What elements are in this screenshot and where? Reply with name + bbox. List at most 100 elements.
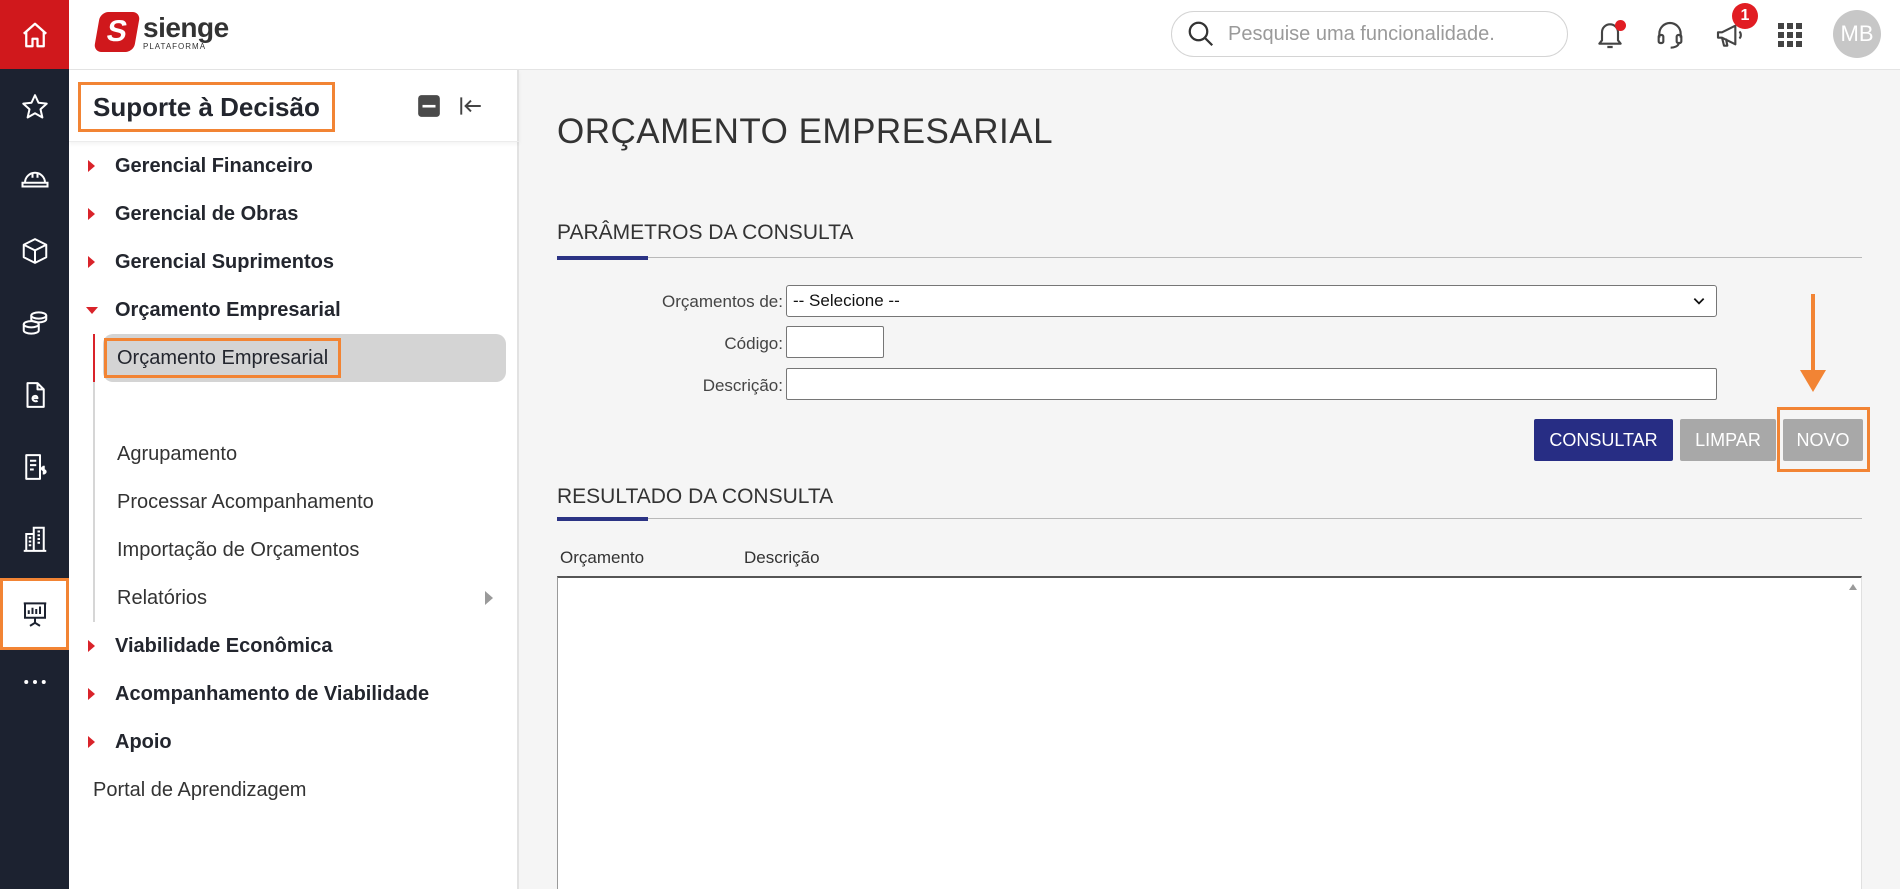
caret-right-icon: [88, 208, 95, 220]
pointer-arrow-head: [1800, 370, 1826, 392]
support-button[interactable]: [1650, 15, 1690, 55]
box-icon: [22, 238, 47, 264]
sidebar-item-portal-aprendizagem[interactable]: Portal de Aprendizagem: [69, 768, 519, 812]
announcement-count-badge: 1: [1732, 3, 1758, 29]
results-grid[interactable]: [557, 576, 1862, 889]
result-section-divider: [557, 518, 1862, 519]
headset-icon: [1657, 22, 1683, 49]
search-input[interactable]: [1228, 22, 1548, 46]
submenu-item-label: Processar Acompanhamento: [117, 490, 374, 513]
caret-down-icon: [86, 307, 98, 314]
params-section-title: PARÂMETROS DA CONSULTA: [557, 221, 854, 244]
sidebar-item-label: Apoio: [115, 730, 172, 753]
user-avatar[interactable]: MB: [1833, 10, 1881, 58]
descricao-label: Descrição:: [702, 376, 783, 395]
apps-grid-icon: [1778, 23, 1802, 47]
caret-right-icon: [88, 256, 95, 268]
rail-suporte-decisao-button[interactable]: [0, 578, 69, 650]
sidebar-item-acompanhamento-viabilidade[interactable]: Acompanhamento de Viabilidade: [69, 672, 519, 716]
scroll-up-arrow-icon[interactable]: [1849, 584, 1857, 590]
rail-more-button[interactable]: [0, 652, 69, 712]
descricao-input[interactable]: [786, 368, 1717, 400]
search-icon: [1188, 21, 1214, 47]
submenu-item-agrupamento[interactable]: Agrupamento: [69, 432, 519, 476]
sidebar-panel: Suporte à Decisão Gerencial Financeiro G…: [69, 70, 519, 889]
announcements-button[interactable]: 1: [1710, 3, 1758, 55]
icon-rail: [0, 0, 69, 889]
orcamentos-label: Orçamentos de:: [662, 292, 783, 311]
presentation-board-icon: [23, 602, 46, 627]
sidebar-header: Suporte à Decisão: [69, 70, 519, 142]
chevron-right-icon: [485, 591, 493, 605]
sidebar-item-label: Orçamento Empresarial: [115, 298, 341, 321]
orcamentos-select[interactable]: -- Selecione --: [786, 285, 1717, 317]
result-section-accent: [557, 517, 648, 521]
apps-menu-button[interactable]: [1770, 15, 1810, 55]
document-icon: [26, 382, 45, 408]
rail-obras-button[interactable]: [0, 149, 69, 209]
star-icon: [21, 94, 48, 119]
caret-right-icon: [88, 736, 95, 748]
rail-suprimentos-button[interactable]: [0, 221, 69, 281]
codigo-input[interactable]: [786, 326, 884, 358]
submenu-item-label: Agrupamento: [117, 442, 238, 465]
hide-sidebar-button[interactable]: [457, 92, 485, 120]
column-header-orcamento[interactable]: Orçamento: [560, 548, 644, 568]
main-content: ORÇAMENTO EMPRESARIAL PARÂMETROS DA CONS…: [521, 70, 1900, 889]
collapse-all-button[interactable]: [415, 92, 443, 120]
rail-home-button[interactable]: [0, 0, 69, 69]
consultar-button[interactable]: CONSULTAR: [1534, 419, 1673, 461]
notifications-button[interactable]: [1590, 15, 1630, 55]
sidebar-item-viabilidade-economica[interactable]: Viabilidade Econômica: [69, 624, 519, 668]
invoice-icon: [24, 454, 47, 480]
sidebar-item-label: Portal de Aprendizagem: [93, 778, 307, 801]
pointer-arrow-line: [1811, 294, 1815, 372]
home-icon: [22, 22, 47, 47]
sidebar-title: Suporte à Decisão: [78, 82, 335, 132]
submenu-item-relatorios[interactable]: Relatórios: [69, 576, 519, 620]
logo-subtitle: PLATAFORMA: [143, 41, 207, 51]
submenu-item-importacao-orcamentos[interactable]: Importação de Orçamentos: [69, 528, 519, 572]
search-box[interactable]: [1171, 11, 1568, 57]
codigo-label: Código:: [724, 334, 783, 353]
collapse-left-icon: [460, 97, 481, 115]
sidebar-item-orcamento-empresarial[interactable]: Orçamento Empresarial: [69, 288, 519, 332]
sidebar-item-gerencial-suprimentos[interactable]: Gerencial Suprimentos: [69, 240, 519, 284]
sidebar-item-label: Gerencial de Obras: [115, 202, 299, 225]
sienge-logo-mark: S: [93, 12, 141, 52]
rail-documentos-button[interactable]: [0, 365, 69, 425]
chevron-down-icon: [1693, 298, 1705, 305]
more-dots-icon: [23, 680, 46, 684]
minus-square-icon: [418, 95, 440, 117]
sidebar-item-gerencial-financeiro[interactable]: Gerencial Financeiro: [69, 144, 519, 188]
caret-right-icon: [88, 688, 95, 700]
caret-right-icon: [88, 640, 95, 652]
sidebar-item-label: Acompanhamento de Viabilidade: [115, 682, 430, 705]
page-title: ORÇAMENTO EMPRESARIAL: [557, 112, 1054, 151]
rail-comercial-button[interactable]: [0, 509, 69, 569]
sidebar-item-apoio[interactable]: Apoio: [69, 720, 519, 764]
helmet-icon: [21, 171, 48, 188]
coins-icon: [22, 311, 47, 335]
submenu-item-label[interactable]: Orçamento Empresarial: [104, 338, 342, 378]
submenu-item-label: Importação de Orçamentos: [117, 538, 360, 561]
sidebar-item-label: Viabilidade Econômica: [115, 634, 333, 657]
limpar-button[interactable]: LIMPAR: [1680, 419, 1776, 461]
notification-dot: [1615, 20, 1626, 31]
submenu-active-marker: [93, 334, 95, 382]
novo-highlight-box: [1777, 407, 1870, 472]
caret-right-icon: [88, 160, 95, 172]
top-header: S sienge PLATAFORMA 1 MB: [69, 0, 1900, 70]
column-header-descricao[interactable]: Descrição: [744, 548, 820, 568]
sidebar-item-gerencial-obras[interactable]: Gerencial de Obras: [69, 192, 519, 236]
rail-favorites-button[interactable]: [0, 77, 69, 137]
params-section-divider: [557, 257, 1862, 258]
submenu-item-processar-acompanhamento[interactable]: Processar Acompanhamento: [69, 480, 519, 524]
sidebar-item-label: Gerencial Financeiro: [115, 154, 313, 177]
rail-contabil-button[interactable]: [0, 437, 69, 497]
sienge-logo[interactable]: S sienge PLATAFORMA: [93, 12, 229, 52]
params-section-accent: [557, 256, 648, 260]
building-icon: [23, 526, 46, 552]
submenu-item-label: Relatórios: [117, 586, 208, 609]
rail-financeiro-button[interactable]: [0, 293, 69, 353]
